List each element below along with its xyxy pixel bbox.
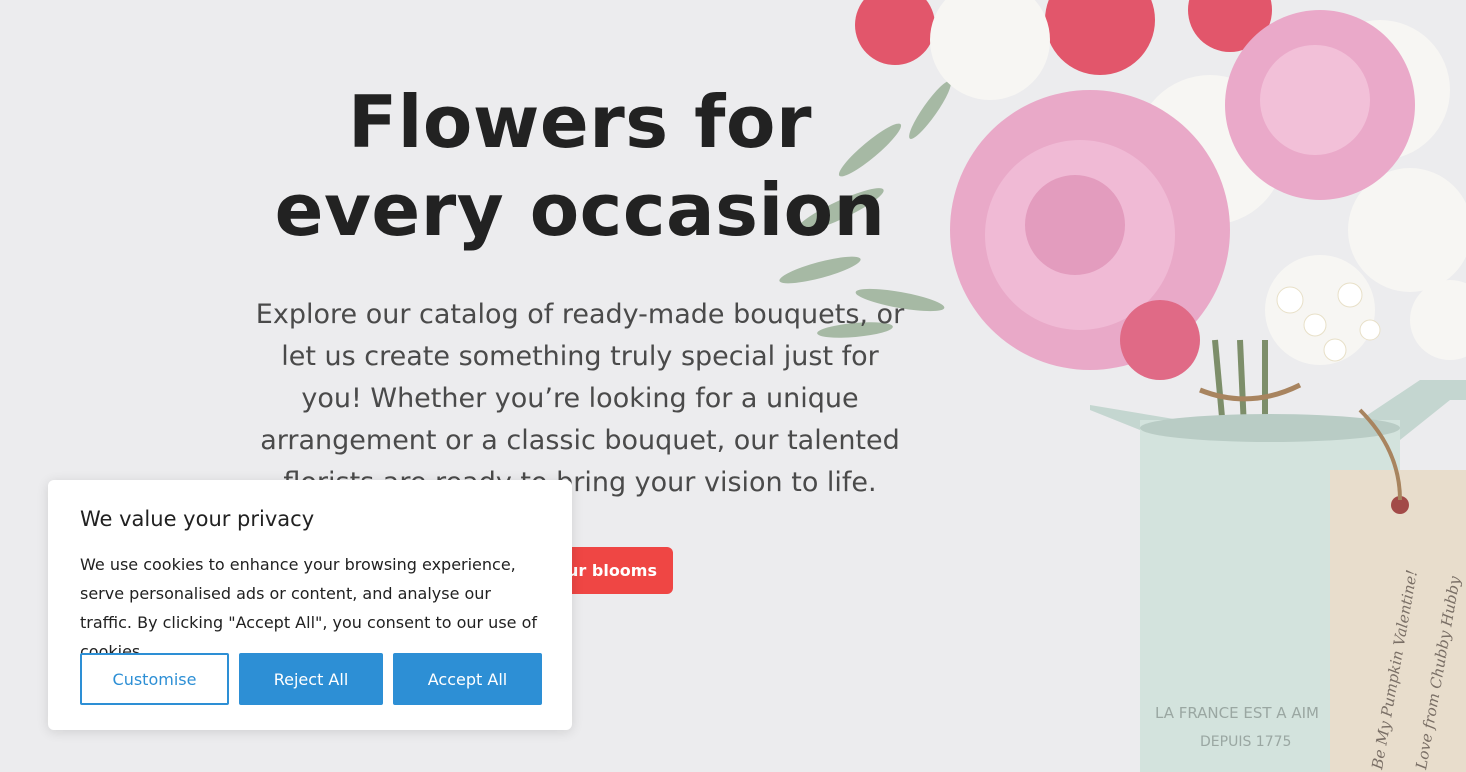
cookie-title: We value your privacy: [80, 507, 315, 531]
hero-description: Explore our catalog of ready-made bouque…: [255, 299, 905, 498]
hero-copy: Flowers for every occasion Explore our c…: [255, 78, 905, 504]
reject-all-button[interactable]: Reject All: [239, 653, 383, 705]
accept-all-button[interactable]: Accept All: [393, 653, 542, 705]
customise-button[interactable]: Customise: [80, 653, 229, 705]
hero-section: LA FRANCE EST A AIM DEPUIS 1775 Be My Pu…: [0, 0, 1466, 772]
cookie-consent-banner: We value your privacy We use cookies to …: [48, 480, 572, 730]
cookie-actions: Customise Reject All Accept All: [80, 653, 542, 705]
jug-text-line1: LA FRANCE EST A AIM: [1155, 704, 1319, 722]
jug-text-line2: DEPUIS 1775: [1200, 734, 1291, 750]
hero-title: Flowers for every occasion: [274, 80, 886, 252]
cookie-description: We use cookies to enhance your browsing …: [80, 555, 538, 661]
